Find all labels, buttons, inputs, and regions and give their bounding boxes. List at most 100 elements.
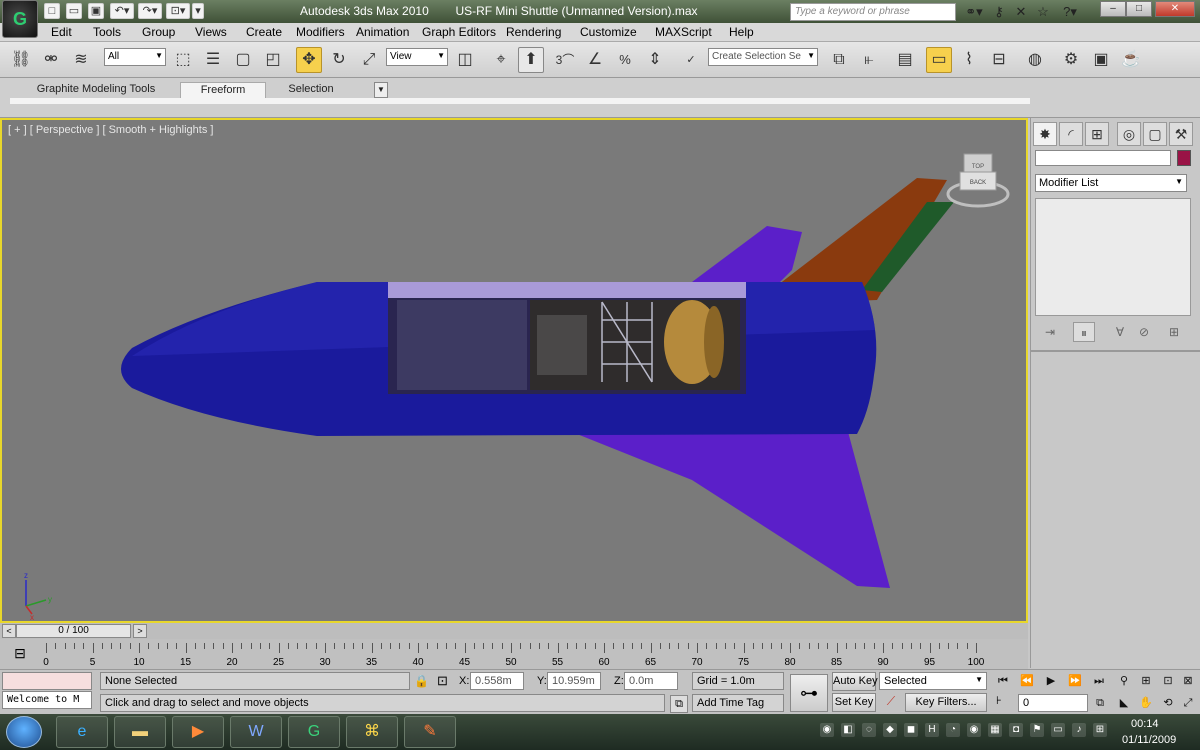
app-menu-button[interactable]: G	[2, 0, 38, 38]
search-input[interactable]: Type a keyword or phrase	[790, 3, 956, 21]
select-and-move-icon[interactable]: ✥	[296, 47, 322, 73]
auto-key-button[interactable]: Auto Key	[832, 672, 878, 691]
tray-app-5-icon[interactable]: ◼	[904, 723, 918, 737]
clock-date[interactable]: 01/11/2009	[1122, 734, 1176, 746]
percent-snap-icon[interactable]: %	[612, 47, 638, 73]
menu-modifiers[interactable]: Modifiers	[296, 25, 345, 39]
internet-explorer-icon[interactable]: e	[56, 716, 108, 748]
unlink-icon[interactable]: ⚮	[38, 47, 64, 73]
select-manipulate-icon[interactable]: ⌖	[488, 47, 514, 73]
absolute-mode-transform-icon[interactable]: ⊡	[437, 673, 448, 689]
file-explorer-icon[interactable]: ▬	[114, 716, 166, 748]
tray-app-1-icon[interactable]: ◉	[820, 723, 834, 737]
time-tag-icon[interactable]: ⧉	[670, 695, 688, 713]
track-bar[interactable]: ⊟ 0 5 10 15 20 25 30 35 40 45 50 55 60 65 70 75 80 85 90 95…	[0, 639, 1028, 669]
redo-icon[interactable]: ↷▾	[138, 3, 162, 19]
tray-app-7-icon[interactable]: ◔	[946, 723, 960, 737]
spinner-snap-icon[interactable]: ⇕	[642, 47, 668, 73]
configure-modifier-sets-icon[interactable]: ⊞	[1163, 322, 1185, 342]
menu-tools[interactable]: Tools	[93, 25, 121, 39]
pivot-center-icon[interactable]: ◫	[452, 47, 478, 73]
show-end-result-icon[interactable]: ⏸	[1073, 322, 1095, 342]
tab-freeform[interactable]: Freeform	[180, 82, 266, 98]
make-unique-icon[interactable]: ∀	[1109, 322, 1131, 342]
rendered-frame-window-icon[interactable]: ▣	[1088, 47, 1114, 73]
select-object-icon[interactable]: ⬚	[170, 47, 196, 73]
menu-edit[interactable]: Edit	[51, 25, 72, 39]
modify-tab-icon[interactable]: ◜	[1059, 122, 1083, 146]
start-button[interactable]	[6, 716, 42, 748]
key-mode-toggle-icon[interactable]: ⊦	[996, 694, 1010, 712]
hierarchy-tab-icon[interactable]: ⊞	[1085, 122, 1109, 146]
maximize-viewport-icon[interactable]: ⤢	[1178, 694, 1198, 712]
subscription-key-icon[interactable]: ⚷	[990, 3, 1008, 21]
key-mode-dropdown[interactable]: Selected ▼	[879, 672, 987, 690]
zoom-extents-all-icon[interactable]: ⊠	[1178, 672, 1198, 690]
material-editor-icon[interactable]: ◍	[1022, 47, 1048, 73]
create-tab-icon[interactable]: ✸	[1033, 122, 1057, 146]
paint-app-icon[interactable]: ✎	[404, 716, 456, 748]
layer-manager-icon[interactable]: ▤	[892, 47, 918, 73]
diagram-app-icon[interactable]: ⌘	[346, 716, 398, 748]
action-center-flag-icon[interactable]: ⚑	[1030, 723, 1044, 737]
binoculars-icon[interactable]: ⚭▾	[962, 3, 986, 21]
default-tangent-icon[interactable]: ⟋	[880, 694, 902, 712]
tray-app-4-icon[interactable]: ◆	[883, 723, 897, 737]
close-button[interactable]: ✕	[1155, 1, 1195, 17]
maxscript-mini-listener[interactable]: Welcome to M	[2, 691, 92, 709]
new-file-icon[interactable]: □	[44, 3, 60, 19]
communication-center-icon[interactable]: ✕	[1012, 3, 1030, 21]
zoom-icon[interactable]: ⚲	[1114, 672, 1134, 690]
previous-frame-icon[interactable]: ⏪	[1017, 672, 1037, 690]
object-name-field[interactable]	[1035, 150, 1171, 166]
menu-rendering[interactable]: Rendering	[506, 25, 561, 39]
tab-graphite-modeling-tools[interactable]: Graphite Modeling Tools	[22, 82, 170, 98]
display-tab-icon[interactable]: ▢	[1143, 122, 1167, 146]
open-file-icon[interactable]: ▭	[66, 3, 82, 19]
select-and-rotate-icon[interactable]: ↻	[326, 47, 352, 73]
next-frame-icon[interactable]: ⏩	[1065, 672, 1085, 690]
menu-views[interactable]: Views	[195, 25, 227, 39]
undo-icon[interactable]: ↶▾	[110, 3, 134, 19]
render-setup-icon[interactable]: ⚙	[1058, 47, 1084, 73]
menu-maxscript[interactable]: MAXScript	[655, 25, 712, 39]
menu-graph-editors[interactable]: Graph Editors	[422, 25, 496, 39]
snaps-toggle-icon[interactable]: 3⌒	[552, 47, 578, 73]
3ds-max-taskbar-icon[interactable]: G	[288, 716, 340, 748]
rectangular-selection-icon[interactable]: ▢	[230, 47, 256, 73]
word-icon[interactable]: W	[230, 716, 282, 748]
maxscript-mini-listener-top[interactable]	[2, 672, 92, 690]
tab-selection[interactable]: Selection	[276, 82, 346, 98]
frame-ruler[interactable]: 0 5 10 15 20 25 30 35 40 45 50 55 60 65 70 75 80 85 90 95 10…	[43, 643, 986, 668]
time-slider-thumb[interactable]: 0 / 100	[16, 624, 131, 638]
menu-animation[interactable]: Animation	[356, 25, 409, 39]
x-coordinate-field[interactable]: 0.558m	[470, 672, 524, 690]
z-coordinate-field[interactable]: 0.0m	[624, 672, 678, 690]
select-and-scale-icon[interactable]: ⤢	[356, 47, 382, 73]
lock-selection-icon[interactable]: 🔒	[414, 674, 429, 688]
select-by-name-icon[interactable]: ☰	[200, 47, 226, 73]
time-configuration-icon[interactable]: ⧉	[1092, 694, 1108, 712]
schematic-view-icon[interactable]: ⊟	[986, 47, 1012, 73]
clock-time[interactable]: 00:14	[1131, 718, 1159, 730]
network-icon[interactable]: ▭	[1051, 723, 1065, 737]
angle-snap-icon[interactable]: ∠	[582, 47, 608, 73]
zoom-extents-icon[interactable]: ⊡	[1158, 672, 1178, 690]
keyboard-shortcut-override-icon[interactable]: ⬆	[518, 47, 544, 73]
align-icon[interactable]: ⫦	[856, 47, 882, 73]
volume-icon[interactable]: ♪	[1072, 723, 1086, 737]
menu-create[interactable]: Create	[246, 25, 282, 39]
zoom-all-icon[interactable]: ⊞	[1136, 672, 1156, 690]
save-file-icon[interactable]: ▣	[88, 3, 104, 19]
selection-filter-dropdown[interactable]: All ▼	[104, 48, 166, 66]
tray-app-8-icon[interactable]: ◉	[967, 723, 981, 737]
field-of-view-icon[interactable]: ◣	[1114, 694, 1134, 712]
add-time-tag-button[interactable]: Add Time Tag	[692, 694, 784, 712]
mirror-icon[interactable]: ⧉	[826, 47, 852, 73]
named-selection-sets-dropdown[interactable]: Create Selection Se ▼	[708, 48, 818, 66]
orbit-icon[interactable]: ⟲	[1158, 694, 1178, 712]
ribbon-options-dropdown-icon[interactable]: ▼	[374, 82, 388, 98]
curve-editor-icon[interactable]: ⌇	[956, 47, 982, 73]
modifier-list-dropdown[interactable]: Modifier List ▼	[1035, 174, 1187, 192]
prev-frame-arrow-icon[interactable]: <	[2, 624, 16, 638]
